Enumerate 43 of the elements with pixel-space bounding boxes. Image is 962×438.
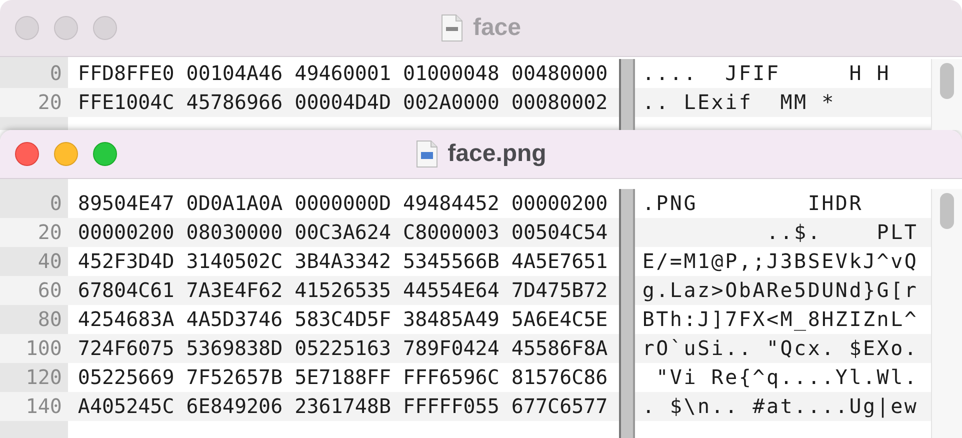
hex-bytes: FFD8FFE0 00104A46 49460001 01000048 00480000	[76, 60, 609, 87]
hex-bytes: A405245C 6E849206 2361748B FFFFF055 677C6577	[68, 392, 620, 421]
line-offset: 20	[0, 218, 68, 247]
ascii-text: . $\n.. #at....Ug|ew	[635, 392, 932, 421]
window-title: face.png	[448, 140, 546, 168]
hex-bytes: 67804C61 7A3E4F62 41526535 44554E64 7D475B72	[68, 276, 620, 305]
line-offset: 60	[0, 276, 68, 305]
close-button[interactable]	[15, 142, 39, 166]
ascii-text: E/=M1@P,;J3BSEVkJ^vQ	[641, 248, 920, 275]
line-offset: 20	[0, 88, 68, 117]
hex-bytes: FFE1004C 45786966 00004D4D 002A0000 00080002	[68, 88, 620, 117]
pane-splitter[interactable]	[619, 189, 636, 438]
ascii-text: BTh:J]7FX<M_8HZIZnL^	[641, 306, 920, 333]
line-offset: 80	[36, 306, 63, 333]
zoom-button[interactable]	[93, 16, 117, 40]
document-icon	[440, 14, 463, 42]
minimize-button[interactable]	[54, 142, 78, 166]
hex-bytes: 452F3D4D 3140502C 3B4A3342 5345566B 4A5E7651	[76, 248, 609, 275]
hex-bytes: 4254683A 4A5D3746 583C4D5F 38485A49 5A6E4C5E	[76, 306, 609, 333]
line-offset: 0	[48, 190, 63, 217]
window-title: face	[472, 14, 522, 42]
line-offset: 140	[0, 392, 68, 421]
zoom-button[interactable]	[93, 142, 117, 166]
ascii-text: .. LExif MM *	[635, 88, 932, 117]
scroll-thumb[interactable]	[940, 193, 954, 229]
line-offset: 40	[36, 248, 63, 275]
ascii-text: rO`uSi.. "Qcx. $EXo.	[635, 334, 932, 363]
ascii-text: .... JFIF H H	[641, 60, 892, 87]
line-offset: 120	[24, 364, 63, 391]
hex-bytes: 724F6075 5369838D 05225163 789F0424 45586F8A	[68, 334, 620, 363]
line-offset: 100	[0, 334, 68, 363]
ascii-text: .PNG IHDR	[641, 190, 864, 217]
line-offset: 0	[48, 60, 63, 87]
ascii-text: g.Laz>ObARe5DUNd}G[r	[635, 276, 932, 305]
close-button[interactable]	[15, 16, 39, 40]
hex-bytes: 05225669 7F52657B 5E7188FF FFF6596C 81576C86	[76, 364, 609, 391]
ascii-text: ..$. PLT	[635, 218, 932, 247]
hex-bytes: 89504E47 0D0A1A0A 0000000D 49484452 00000200	[76, 190, 609, 217]
document-icon	[416, 140, 438, 168]
scroll-thumb[interactable]	[940, 63, 954, 99]
hex-bytes: 00000200 08030000 00C3A624 C8000003 00504C54	[68, 218, 620, 247]
minimize-button[interactable]	[54, 16, 78, 40]
ascii-text: "Vi Re{^q....Yl.Wl.	[655, 364, 920, 391]
